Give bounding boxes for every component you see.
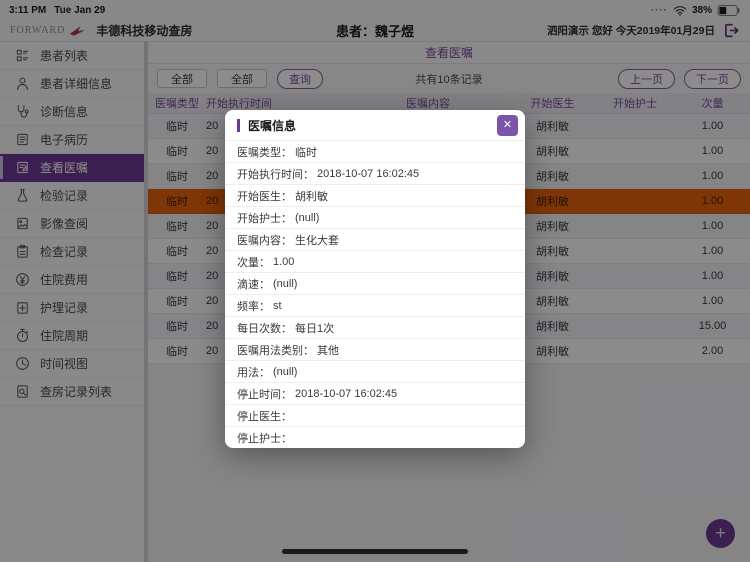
field-label: 停止护士 [237,430,292,446]
home-indicator[interactable] [282,549,468,554]
dialog-field-row: 停止医生 [225,404,525,426]
dialog-field-row: 开始护士 (null) [225,206,525,228]
field-value: 2018-10-07 16:02:45 [295,387,398,400]
field-label: 次量 [237,254,270,270]
field-value: 临时 [295,146,317,159]
dialog-header: 医嘱信息 ✕ [225,110,525,140]
title-accent-bar [237,118,240,132]
field-label: 医嘱用法类别 [237,342,314,358]
field-label: 用法 [237,364,270,380]
field-value: st [273,299,282,312]
dialog-field-row: 滴速 (null) [225,272,525,294]
dialog-fields: 医嘱类型 临时 开始执行时间 2018-10-07 16:02:45 开始医生 … [225,140,525,448]
dialog-field-row: 医嘱内容 生化大套 [225,228,525,250]
field-value: 其他 [317,344,339,357]
dialog-field-row: 频率 st [225,294,525,316]
field-label: 频率 [237,298,270,314]
dialog-field-row: 开始医生 胡利敏 [225,184,525,206]
field-label: 每日次数 [237,320,292,336]
field-value: 生化大套 [295,234,339,247]
field-value: (null) [295,211,320,224]
field-value: (null) [273,277,298,290]
field-value: 2018-10-07 16:02:45 [317,167,420,180]
field-label: 停止医生 [237,408,292,424]
field-label: 开始执行时间 [237,166,314,182]
field-label: 滴速 [237,276,270,292]
field-label: 医嘱内容 [237,232,292,248]
dialog-field-row: 每日次数 每日1次 [225,316,525,338]
field-label: 停止时间 [237,386,292,402]
dialog-field-row: 停止护士 [225,426,525,448]
close-icon[interactable]: ✕ [497,114,518,136]
field-label: 医嘱类型 [237,144,292,160]
app-screen: 3:11 PM Tue Jan 29 ···· 38% FORWARD 丰德科技… [0,0,750,562]
field-value: 每日1次 [295,322,335,335]
dialog-field-row: 医嘱用法类别 其他 [225,338,525,360]
dialog-title: 医嘱信息 [248,118,297,133]
field-label: 开始护士 [237,210,292,226]
dialog-field-row: 医嘱类型 临时 [225,140,525,162]
dialog-field-row: 用法 (null) [225,360,525,382]
field-value: (null) [273,365,298,378]
field-label: 开始医生 [237,188,292,204]
dialog-field-row: 次量 1.00 [225,250,525,272]
dialog-field-row: 开始执行时间 2018-10-07 16:02:45 [225,162,525,184]
dialog-field-row: 停止时间 2018-10-07 16:02:45 [225,382,525,404]
field-value: 胡利敏 [295,190,328,203]
field-value: 1.00 [273,255,295,268]
order-info-dialog: 医嘱信息 ✕ 医嘱类型 临时 开始执行时间 2018-10-07 16:02:4… [225,110,525,448]
